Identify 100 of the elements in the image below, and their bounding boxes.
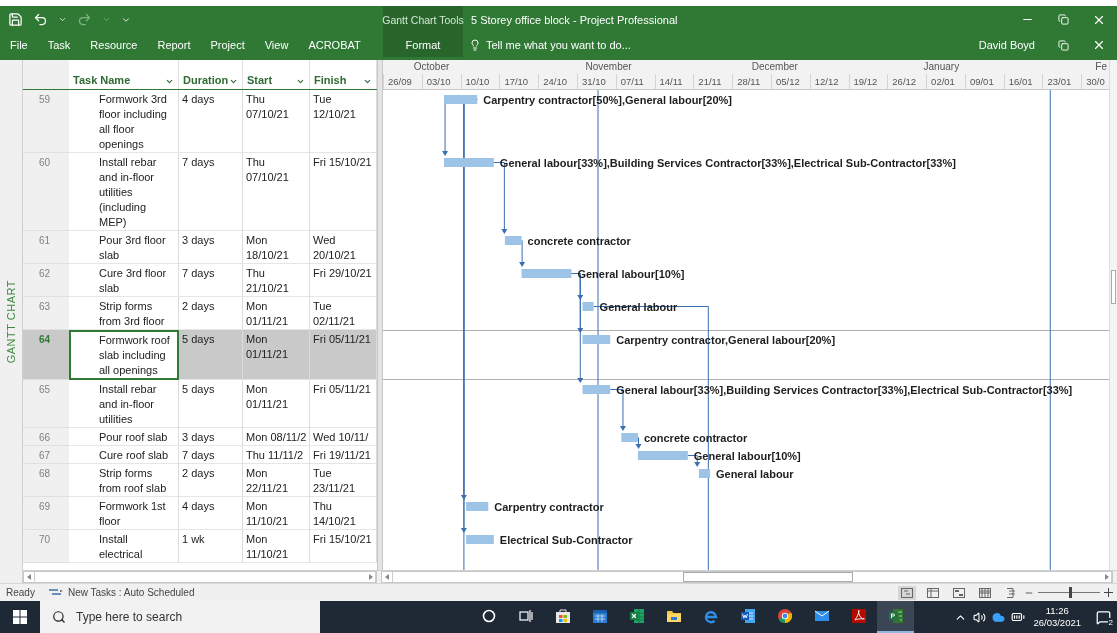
task-name-cell[interactable]: Formwork 1st floor bbox=[69, 497, 179, 530]
column-header[interactable]: Task Name bbox=[69, 60, 179, 89]
column-header[interactable]: Start bbox=[243, 60, 310, 89]
row-number: 67 bbox=[23, 446, 69, 464]
ribbon-tab[interactable]: ACROBAT bbox=[298, 34, 371, 56]
task-name-cell[interactable]: Strip forms from roof slab bbox=[69, 464, 179, 497]
finish-cell: Thu 14/10/21 bbox=[310, 497, 377, 530]
duration-cell: 2 days bbox=[179, 297, 243, 330]
finish-cell: Fri 29/10/21 bbox=[310, 264, 377, 297]
start-cell: Mon 01/11/21 bbox=[243, 297, 310, 330]
task-name-cell[interactable]: Cure roof slab bbox=[69, 446, 179, 464]
row-number: 70 bbox=[23, 530, 69, 563]
week-label: 30/0 bbox=[1081, 74, 1109, 89]
week-label: 16/01 bbox=[1003, 74, 1043, 89]
task-name-cell[interactable]: Formwork 3rd floor including all floor openings bbox=[69, 90, 179, 153]
duration-cell: 2 days bbox=[179, 464, 243, 497]
ribbon-tab[interactable]: View bbox=[254, 34, 299, 56]
week-label: 23/01 bbox=[1042, 74, 1082, 89]
month-label: January bbox=[922, 61, 960, 72]
task-name-cell[interactable]: Strip forms from 3rd floor bbox=[69, 297, 179, 330]
row-number: 68 bbox=[23, 464, 69, 497]
notification-button[interactable]: 2 bbox=[1089, 601, 1117, 633]
week-label: 09/01 bbox=[964, 74, 1004, 89]
task-name-cell[interactable]: Pour 3rd floor slab bbox=[69, 231, 179, 264]
column-header[interactable]: Duration bbox=[179, 60, 243, 89]
duration-cell: 7 days bbox=[179, 264, 243, 297]
finish-cell: Wed 20/10/21 bbox=[310, 231, 377, 264]
user-name: David Boyd bbox=[978, 39, 1035, 51]
month-label: Fe bbox=[1094, 61, 1108, 72]
resource-label: Carpentry contractor bbox=[494, 500, 604, 513]
row-number: 63 bbox=[23, 297, 69, 330]
duration-cell: 1 wk bbox=[179, 530, 243, 563]
resource-label: concrete contractor bbox=[527, 234, 631, 247]
clock[interactable]: 11:26 26/03/2021 bbox=[1033, 605, 1081, 629]
duration-cell: 4 days bbox=[179, 90, 243, 153]
week-label: 19/12 bbox=[848, 74, 888, 89]
task-name-cell[interactable]: Install electrical bbox=[69, 530, 179, 563]
task-name-cell[interactable]: Install rebar and in-floor utilities (including MEP) bbox=[69, 153, 179, 231]
resource-label: Carpentry contractor[50%],General labour[20%] bbox=[483, 93, 732, 106]
week-label: 24/10 bbox=[538, 74, 577, 89]
ribbon-tab[interactable]: Task bbox=[37, 34, 81, 56]
week-label: 31/10 bbox=[576, 74, 616, 89]
row-number: 59 bbox=[23, 90, 69, 153]
notification-count: 2 bbox=[1107, 618, 1114, 627]
start-cell: Mon 01/11/21 bbox=[243, 380, 310, 428]
task-name-cell[interactable]: Formwork roof slab including all openings bbox=[69, 330, 179, 380]
row-number: 65 bbox=[23, 380, 69, 428]
finish-cell: Fri 05/11/21 bbox=[310, 330, 377, 380]
start-cell: Mon 11/10/21 bbox=[243, 530, 310, 563]
finish-cell: Tue 12/10/21 bbox=[310, 90, 377, 153]
finish-cell: Tue 02/11/21 bbox=[310, 297, 377, 330]
ribbon-tab[interactable]: Resource bbox=[80, 34, 148, 56]
week-label: 05/12 bbox=[770, 74, 810, 89]
scheduling-mode[interactable]: New Tasks : Auto Scheduled bbox=[48, 587, 195, 598]
task-name-cell[interactable]: Cure 3rd floor slab bbox=[69, 264, 179, 297]
finish-cell: Fri 15/10/21 bbox=[310, 530, 377, 563]
week-label: 26/09 bbox=[383, 74, 422, 89]
week-label: 14/11 bbox=[654, 74, 694, 89]
clock-time: 11:26 bbox=[1045, 605, 1069, 617]
week-label: 28/11 bbox=[732, 74, 771, 89]
start-cell: Thu 07/10/21 bbox=[243, 90, 310, 153]
finish-cell: Fri 19/11/21 bbox=[310, 446, 377, 464]
month-label: November bbox=[584, 61, 632, 72]
duration-cell: 3 days bbox=[179, 428, 243, 446]
clock-date: 26/03/2021 bbox=[1033, 617, 1081, 629]
start-cell: Thu 21/10/21 bbox=[243, 264, 310, 297]
week-label: 03/10 bbox=[421, 74, 461, 89]
duration-cell: 7 days bbox=[179, 446, 243, 464]
ribbon-tab[interactable]: File bbox=[0, 34, 38, 56]
start-cell: Mon 01/11/21 bbox=[243, 330, 310, 380]
ribbon-tab[interactable]: Report bbox=[147, 34, 201, 56]
contextual-group-label: Gantt Chart Tools bbox=[382, 13, 464, 26]
row-number: 69 bbox=[23, 497, 69, 530]
finish-cell: Wed 10/11/ bbox=[310, 428, 377, 446]
week-label: 21/11 bbox=[693, 74, 733, 89]
status-text: Ready bbox=[6, 587, 35, 598]
week-label: 12/12 bbox=[809, 74, 849, 89]
row-number: 62 bbox=[23, 264, 69, 297]
finish-cell: Tue 23/11/21 bbox=[310, 464, 377, 497]
duration-cell: 7 days bbox=[179, 153, 243, 231]
finish-cell: Fri 05/11/21 bbox=[310, 380, 377, 428]
task-name-cell[interactable]: Pour roof slab bbox=[69, 428, 179, 446]
start-cell: Thu 11/11/2 bbox=[243, 446, 310, 464]
month-label: December bbox=[750, 61, 798, 72]
start-cell: Mon 18/10/21 bbox=[243, 231, 310, 264]
window-title: 5 Storey office block - Project Professional bbox=[470, 13, 678, 26]
row-number: 61 bbox=[23, 231, 69, 264]
duration-cell: 5 days bbox=[179, 330, 243, 380]
start-cell: Mon 08/11/2 bbox=[243, 428, 310, 446]
task-name-cell[interactable]: Install rebar and in-floor utilities bbox=[69, 380, 179, 428]
row-number: 60 bbox=[23, 153, 69, 231]
week-label: 26/12 bbox=[887, 74, 927, 89]
view-label: GANTT CHART bbox=[5, 279, 17, 364]
search-field[interactable]: Type here to search bbox=[40, 601, 320, 633]
duration-cell: 5 days bbox=[179, 380, 243, 428]
resource-label: General labour[33%],Building Services Contractor[33%],Electrical Sub-Contractor[33%] bbox=[499, 156, 956, 169]
finish-cell: Fri 15/10/21 bbox=[310, 153, 377, 231]
tell-me-field[interactable]: Tell me what you want to do... bbox=[463, 37, 637, 53]
ribbon-tab[interactable]: Project bbox=[200, 34, 255, 56]
week-label: 17/10 bbox=[499, 74, 539, 89]
